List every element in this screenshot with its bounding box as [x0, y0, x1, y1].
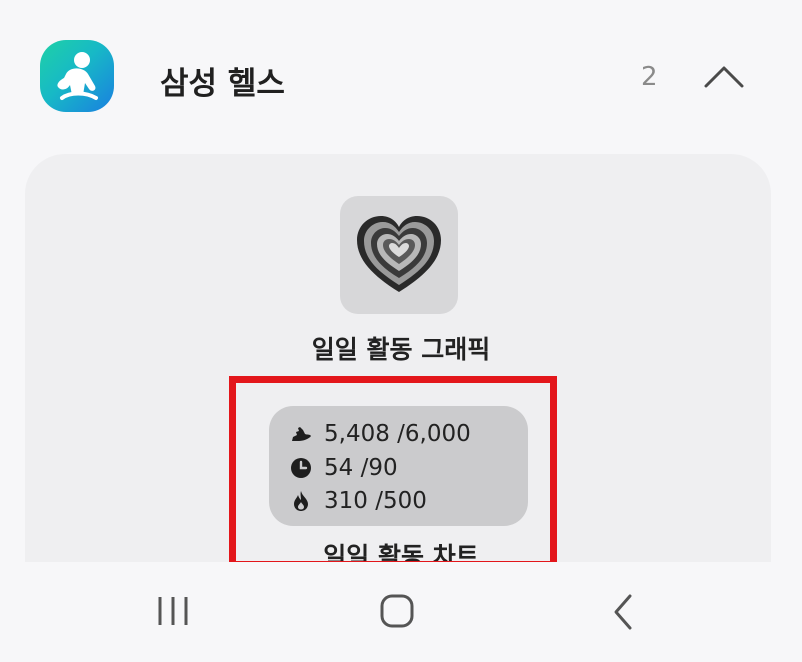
notification-count: 2 — [641, 62, 658, 92]
navigation-bar — [0, 562, 802, 662]
widget-title: 일일 활동 그래픽 — [311, 335, 491, 364]
heart-rings-icon — [357, 216, 441, 292]
notification-header: 삼성 헬스 2 — [0, 0, 802, 150]
back-icon — [614, 594, 632, 630]
home-icon — [380, 594, 414, 628]
back-button[interactable] — [592, 590, 652, 634]
collapse-button[interactable] — [700, 56, 748, 96]
app-name: 삼성 헬스 — [160, 66, 285, 102]
chevron-up-icon — [704, 66, 744, 88]
recents-button[interactable] — [143, 590, 203, 634]
recents-icon — [158, 597, 188, 625]
highlight-box — [229, 376, 557, 568]
widget-thumbnail[interactable] — [340, 196, 458, 314]
samsung-health-icon — [40, 40, 114, 112]
home-button[interactable] — [367, 590, 427, 634]
